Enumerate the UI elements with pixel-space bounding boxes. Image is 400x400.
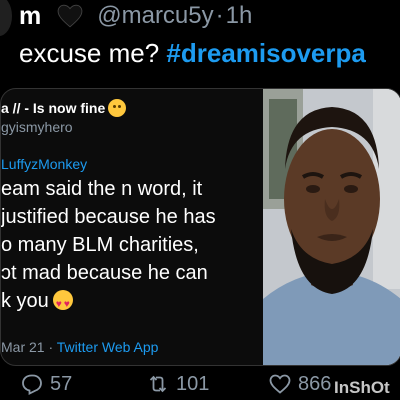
meta-separator: ·	[44, 339, 57, 355]
quoted-tweet-meta: Mar 21 · Twitter Web App	[1, 339, 158, 355]
author-name[interactable]: m	[19, 2, 41, 31]
author-handle[interactable]: @marcu5y	[97, 2, 213, 30]
reply-count: 57	[50, 372, 73, 395]
body-line: justified because he has	[1, 206, 216, 228]
like-icon	[269, 374, 291, 394]
timestamp[interactable]: 1h	[226, 2, 253, 30]
heart-eyes-icon	[52, 290, 73, 315]
tweet-text: excuse me? #dreamisoverpa	[19, 38, 400, 69]
attached-photo[interactable]	[263, 89, 400, 365]
retweet-button[interactable]: 101	[146, 372, 209, 396]
inshot-watermark: InShOt	[334, 378, 390, 397]
body-line: ɔt mad because he can	[1, 262, 208, 284]
like-button[interactable]: 866	[268, 372, 331, 396]
source-app: Twitter Web App	[56, 339, 159, 355]
body-line: o many BLM charities,	[1, 234, 199, 256]
black-heart-icon	[57, 4, 83, 28]
retweet-icon	[149, 375, 167, 393]
tweet-header: m @marcu5y · 1h	[19, 0, 400, 32]
like-count: 866	[298, 372, 332, 395]
quoted-tweet-body: eam said the n word, it justified because…	[1, 175, 263, 315]
reply-button[interactable]: 57	[20, 372, 72, 396]
man-portrait-image	[263, 89, 400, 365]
separator: ·	[215, 2, 224, 29]
body-line: k you	[1, 290, 49, 312]
hashtag-link[interactable]: #dreamisoverpa	[166, 38, 365, 68]
body-line: eam said the n word, it	[1, 178, 203, 200]
upside-down-face-icon	[108, 99, 127, 117]
quoted-tweet-card[interactable]: a // - Is now fine gyismyhero LuffyzMonk…	[0, 88, 400, 366]
quoted-author-handle: gyismyhero	[1, 119, 73, 135]
quoted-author-row: a // - Is now fine	[1, 99, 127, 117]
quoted-author-name: a // - Is now fine	[1, 100, 106, 116]
tweet-text-prefix: excuse me?	[19, 38, 167, 68]
retweet-count: 101	[176, 372, 210, 395]
avatar[interactable]	[0, 0, 12, 36]
reply-icon	[22, 374, 42, 395]
replying-to-link: LuffyzMonkey	[1, 156, 88, 172]
quoted-tweet-screenshot: a // - Is now fine gyismyhero LuffyzMonk…	[1, 89, 263, 365]
body-line-last: k you	[1, 287, 263, 315]
quoted-date: Mar 21	[1, 339, 45, 355]
